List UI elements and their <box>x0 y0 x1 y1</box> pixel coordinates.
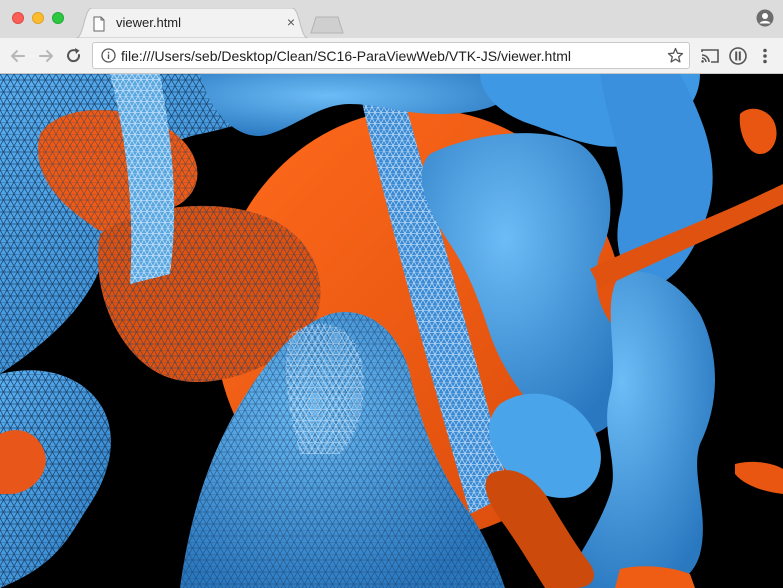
bookmark-star-icon[interactable] <box>667 47 684 64</box>
document-icon <box>93 16 105 32</box>
active-tab[interactable]: viewer.html × <box>76 8 308 38</box>
window-close-button[interactable] <box>12 12 24 24</box>
back-arrow-icon[interactable] <box>8 46 28 66</box>
menu-icon[interactable] <box>758 47 772 65</box>
window-maximize-button[interactable] <box>52 12 64 24</box>
tab-strip: viewer.html × <box>0 0 783 38</box>
reload-icon[interactable] <box>64 46 84 66</box>
profile-icon[interactable] <box>756 9 774 27</box>
new-tab-button[interactable] <box>310 16 344 34</box>
window-minimize-button[interactable] <box>32 12 44 24</box>
url-text[interactable]: file:///Users/seb/Desktop/Clean/SC16-Par… <box>121 48 571 64</box>
mesh-rendering <box>0 74 783 588</box>
toolbar: file:///Users/seb/Desktop/Clean/SC16-Par… <box>0 38 783 74</box>
tab-title: viewer.html <box>116 15 182 30</box>
tab-close-icon[interactable]: × <box>284 15 298 29</box>
forward-arrow-icon[interactable] <box>36 46 56 66</box>
address-bar[interactable]: file:///Users/seb/Desktop/Clean/SC16-Par… <box>92 42 690 69</box>
extension-icon[interactable] <box>729 47 747 65</box>
cast-icon[interactable] <box>700 47 720 65</box>
tab-shape <box>76 8 308 38</box>
info-icon[interactable] <box>101 48 116 63</box>
render-viewport[interactable] <box>0 74 783 588</box>
